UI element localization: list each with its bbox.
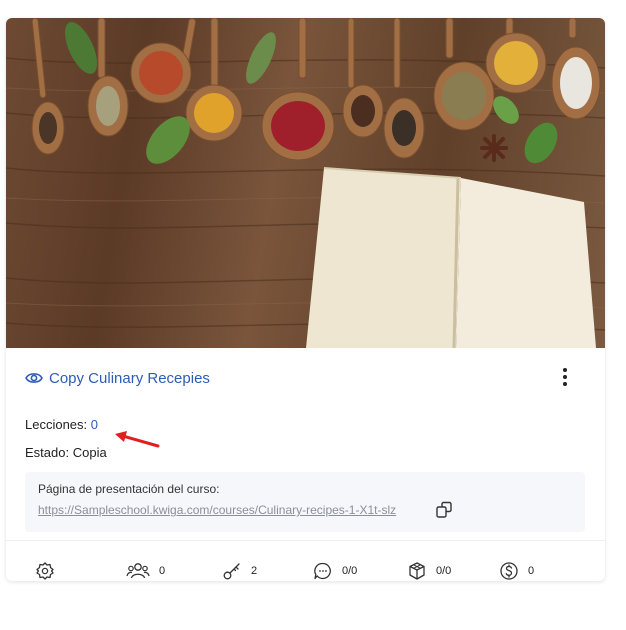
payments-count: 0 — [528, 565, 535, 577]
more-options-button[interactable] — [557, 366, 573, 388]
settings-button[interactable] — [35, 561, 55, 581]
students-stat[interactable]: 0 — [126, 561, 165, 581]
course-card: Copy Culinary Recepies Lecciones: 0 Esta… — [6, 18, 605, 581]
cube-icon — [409, 562, 425, 580]
course-cover-image[interactable] — [6, 18, 605, 348]
open-book — [306, 167, 596, 348]
key-icon — [223, 563, 240, 580]
kebab-dot — [563, 368, 567, 372]
cover-illustration — [6, 18, 605, 348]
status-label: Estado: — [25, 445, 70, 460]
lessons-label: Lecciones: — [25, 417, 88, 432]
keys-count: 2 — [251, 565, 258, 577]
lessons-count: 0 — [90, 417, 99, 432]
dollar-icon — [500, 562, 518, 580]
chat-icon — [314, 562, 331, 580]
annotation-arrow-icon — [115, 431, 160, 448]
keys-stat[interactable]: 2 — [222, 561, 257, 581]
modules-stat[interactable]: 0/0 — [407, 561, 451, 581]
status-value: Copia — [72, 445, 107, 460]
presentation-page-label: Página de presentación del curso: — [38, 482, 220, 496]
kebab-dot — [563, 375, 567, 379]
copy-icon[interactable] — [435, 501, 453, 519]
payments-stat[interactable]: 0 — [499, 561, 534, 581]
course-title-row[interactable]: Copy Culinary Recepies — [25, 368, 210, 388]
comments-count: 0/0 — [342, 565, 358, 577]
students-count: 0 — [159, 565, 166, 577]
course-title[interactable]: Copy Culinary Recepies — [49, 370, 210, 387]
presentation-page-box: Página de presentación del curso: https:… — [25, 472, 585, 532]
presentation-page-link[interactable]: https://Sampleschool.kwiga.com/courses/C… — [38, 503, 396, 517]
users-icon — [126, 563, 150, 579]
course-stats-bar: 0 2 0/0 0/0 0 — [6, 541, 605, 581]
eye-icon — [25, 373, 43, 383]
status-info: Estado: Copia — [25, 445, 107, 460]
comments-stat[interactable]: 0/0 — [313, 561, 357, 581]
settings-icon — [36, 562, 54, 580]
modules-count: 0/0 — [436, 565, 452, 577]
kebab-dot — [563, 382, 567, 386]
lessons-info: Lecciones: 0 — [25, 417, 98, 432]
